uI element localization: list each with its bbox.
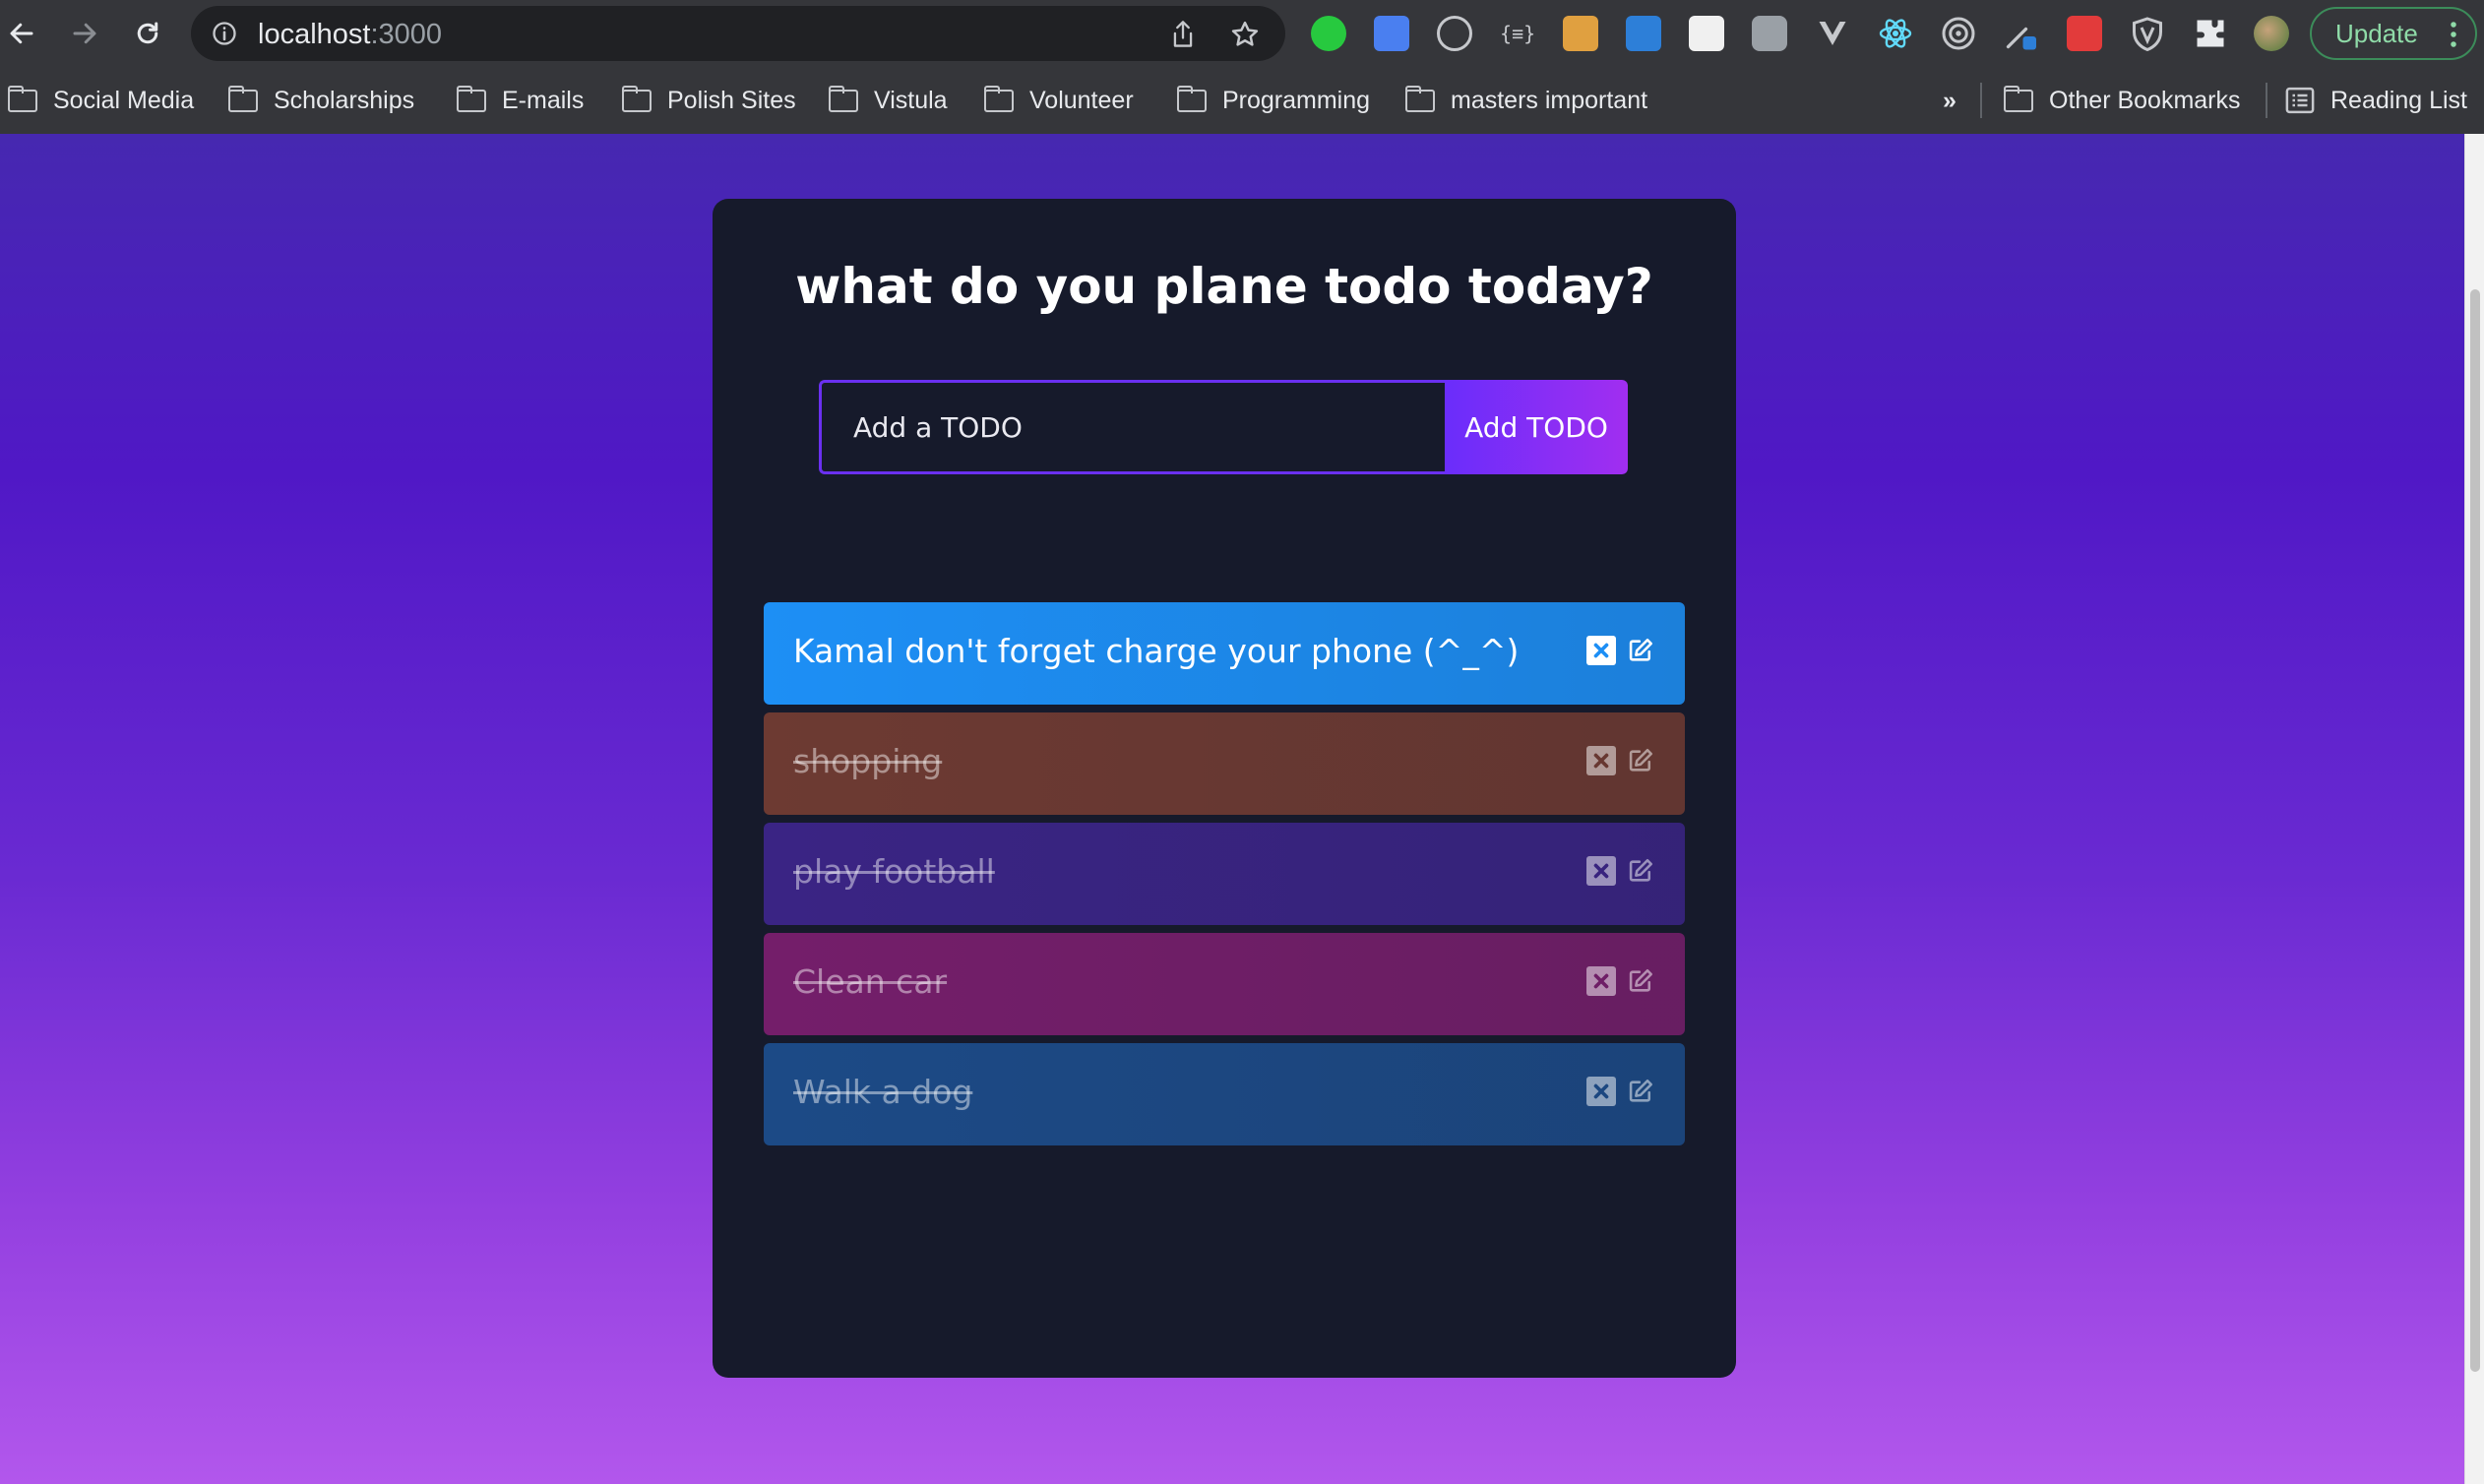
bookmark-label: Scholarships <box>274 86 415 114</box>
update-label: Update <box>2335 18 2418 48</box>
edit-todo-icon[interactable] <box>1626 1077 1655 1106</box>
puzzle-color-extension-icon[interactable] <box>1563 16 1598 51</box>
todo-text[interactable]: Clean car <box>793 962 947 1001</box>
red-extension-icon[interactable] <box>2067 16 2102 51</box>
bookmark-label: Vistula <box>874 86 948 114</box>
page-viewport: what do you plane todo today? Add TODO K… <box>0 134 2484 1484</box>
overflow-label: » <box>1943 86 1956 114</box>
camera-extension-icon[interactable] <box>1752 16 1787 51</box>
back-button[interactable] <box>2 14 41 53</box>
forward-button[interactable] <box>65 14 104 53</box>
reading-list[interactable]: Reading List <box>2285 85 2467 116</box>
todo-input[interactable] <box>819 380 1445 474</box>
delete-todo-icon[interactable] <box>1586 856 1616 886</box>
todo-app: what do you plane todo today? Add TODO K… <box>713 199 1736 1378</box>
edit-todo-icon[interactable] <box>1626 636 1655 665</box>
bookmark-scholarships[interactable]: Scholarships <box>227 85 415 116</box>
edit-todo-icon[interactable] <box>1626 856 1655 886</box>
other-bookmarks-label: Other Bookmarks <box>2049 86 2241 114</box>
fi-extension-icon[interactable] <box>1626 16 1661 51</box>
reading-list-icon <box>2285 87 2315 114</box>
delete-todo-icon[interactable] <box>1586 1077 1616 1106</box>
browser-toolbar: localhost:3000 {≡} Update <box>0 0 2484 67</box>
folder-icon <box>828 85 858 112</box>
bookmark-programming[interactable]: Programming <box>1176 85 1371 116</box>
bookmark-label: Programming <box>1222 86 1371 114</box>
bookmark-label: E-mails <box>502 86 585 114</box>
bookmark-vistula[interactable]: Vistula <box>828 85 948 116</box>
delete-todo-icon[interactable] <box>1586 636 1616 665</box>
folder-icon <box>621 85 652 112</box>
todo-text[interactable]: shopping <box>793 742 942 780</box>
url-port: :3000 <box>370 19 443 50</box>
arrow-left-icon <box>10 23 33 44</box>
thumbs-up-extension-icon[interactable] <box>1311 16 1346 51</box>
scrollbar[interactable] <box>2464 134 2484 1484</box>
url-host: localhost <box>258 19 371 50</box>
todo-item[interactable]: Kamal don't forget charge your phone (^_… <box>764 602 1685 705</box>
browser-chrome: localhost:3000 {≡} Update Social Media S… <box>0 0 2484 134</box>
url-text[interactable]: localhost:3000 <box>258 19 442 51</box>
todo-item[interactable]: Walk a dog <box>764 1043 1685 1145</box>
more-vert-icon[interactable] <box>2447 20 2460 49</box>
reading-list-label: Reading List <box>2330 86 2467 114</box>
page-title: what do you plane todo today? <box>795 258 1653 315</box>
json-extension-icon[interactable]: {≡} <box>1500 16 1535 51</box>
todo-text[interactable]: play football <box>793 852 995 891</box>
target-extension-icon[interactable] <box>1941 16 1976 51</box>
folder-icon <box>7 85 37 112</box>
bookmarks-divider <box>2266 83 2267 118</box>
folder-icon <box>983 85 1014 112</box>
bookmark-label: Polish Sites <box>667 86 796 114</box>
translate-extension-icon[interactable] <box>1374 16 1409 51</box>
bookmark-masters-important[interactable]: masters important <box>1404 85 1648 116</box>
address-bar[interactable]: localhost:3000 <box>191 6 1285 61</box>
pen-extension-icon[interactable] <box>2004 16 2039 51</box>
edit-todo-icon[interactable] <box>1626 746 1655 775</box>
bookmarks-bar: Social Media Scholarships E-mails Polish… <box>0 67 2484 134</box>
vue-extension-icon[interactable] <box>1815 16 1850 51</box>
folder-icon <box>227 85 258 112</box>
bookmarks-divider <box>1980 83 1982 118</box>
edit-todo-icon[interactable] <box>1626 966 1655 996</box>
delete-todo-icon[interactable] <box>1586 966 1616 996</box>
todo-text[interactable]: Walk a dog <box>793 1073 972 1111</box>
bookmark-label: masters important <box>1451 86 1648 114</box>
todo-item[interactable]: Clean car <box>764 933 1685 1035</box>
bookmark-label: Social Media <box>53 86 195 114</box>
other-bookmarks[interactable]: Other Bookmarks <box>2003 85 2241 116</box>
bookmark-label: Volunteer <box>1029 86 1134 114</box>
folder-icon <box>456 85 486 112</box>
star-icon[interactable] <box>1230 20 1260 49</box>
todo-item[interactable]: shopping <box>764 712 1685 815</box>
react-extension-icon[interactable] <box>1878 16 1913 51</box>
reload-button[interactable] <box>128 14 167 53</box>
info-icon[interactable] <box>211 20 238 47</box>
shield-extension-icon[interactable] <box>2130 16 2165 52</box>
todo-form: Add TODO <box>819 380 1628 474</box>
scrollbar-thumb[interactable] <box>2470 289 2480 1372</box>
bookmark-volunteer[interactable]: Volunteer <box>983 85 1134 116</box>
cloud-extension-icon[interactable] <box>1437 16 1472 51</box>
puzzle-icon[interactable] <box>2193 16 2228 51</box>
delete-todo-icon[interactable] <box>1586 746 1616 775</box>
folder-icon <box>1404 85 1435 112</box>
document-extension-icon[interactable] <box>1689 16 1724 51</box>
arrow-right-icon <box>73 23 96 44</box>
todo-item[interactable]: play football <box>764 823 1685 925</box>
bookmark-polish-sites[interactable]: Polish Sites <box>621 85 796 116</box>
add-todo-button[interactable]: Add TODO <box>1445 380 1628 474</box>
bookmark-e-mails[interactable]: E-mails <box>456 85 585 116</box>
bookmarks-overflow-button[interactable]: » <box>1943 85 1956 116</box>
todo-text[interactable]: Kamal don't forget charge your phone (^_… <box>793 632 1519 670</box>
folder-icon <box>1176 85 1207 112</box>
share-icon[interactable] <box>1169 20 1197 49</box>
folder-icon <box>2003 85 2033 112</box>
bookmark-social-media[interactable]: Social Media <box>7 85 195 116</box>
avatar[interactable] <box>2254 16 2289 51</box>
reload-icon <box>137 22 158 44</box>
